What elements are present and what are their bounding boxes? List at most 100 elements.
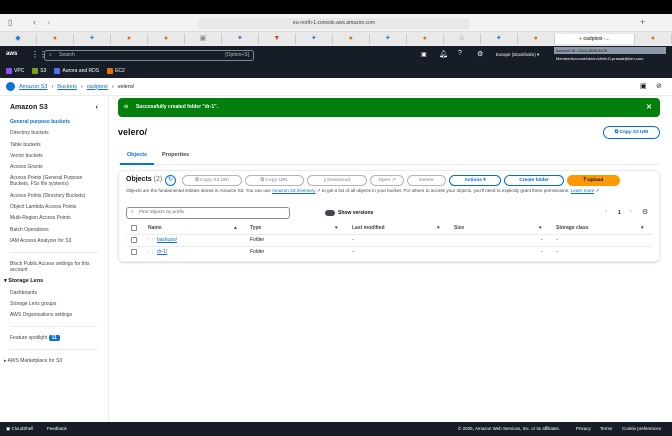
copy-s3-uri-objects-button[interactable]: ⧉ Copy S3 URI — [182, 175, 242, 186]
delete-button[interactable]: Delete — [407, 175, 446, 186]
tab-favicon[interactable]: ● — [407, 34, 444, 44]
tab-favicon[interactable]: ▼ — [259, 34, 296, 44]
tab-favicon[interactable]: ✦ — [222, 34, 259, 44]
nav-marketplace[interactable]: ▸ AWS Marketplace for S3 — [4, 358, 98, 364]
nav-iam-access-analyzer[interactable]: IAM Access Analyzer for S3 — [10, 238, 98, 244]
object-link[interactable]: dr-1/ — [157, 249, 167, 255]
col-last-modified[interactable]: Last modified — [352, 225, 385, 231]
nav-multi-region[interactable]: Multi-Region Access Points — [10, 215, 98, 221]
sort-asc-icon[interactable]: ▲ — [233, 225, 238, 231]
crumb-amazon-s3[interactable]: Amazon S3 — [19, 84, 47, 90]
show-versions-toggle[interactable]: Show versions — [325, 210, 373, 216]
tab-favicon[interactable]: ☆ — [444, 34, 481, 44]
help-icon[interactable]: ? — [458, 50, 462, 57]
favorite-ec2[interactable]: EC2 — [107, 68, 125, 74]
tab-properties[interactable]: Properties — [162, 150, 189, 160]
nav-batch-operations[interactable]: Batch Operations — [10, 227, 98, 233]
nav-access-points-gp[interactable]: Access Points (General Purpose Buckets, … — [10, 175, 98, 187]
cookie-preferences-link[interactable]: Cookie preferences — [622, 426, 661, 431]
learn-more-link[interactable]: Learn more — [571, 188, 595, 193]
region-selector[interactable]: Europe (Stockholm) ▾ — [496, 52, 539, 58]
crumb-buckets[interactable]: Buckets — [57, 84, 77, 90]
menu-icon[interactable] — [6, 82, 15, 91]
tab-favicon[interactable]: ▣ — [185, 34, 222, 44]
back-icon[interactable]: ‹ — [33, 17, 36, 27]
col-type[interactable]: Type — [250, 225, 261, 231]
aws-logo[interactable]: aws — [6, 51, 17, 57]
row-checkbox[interactable] — [131, 249, 137, 255]
col-name[interactable]: Name — [148, 225, 162, 231]
forward-icon[interactable]: › — [47, 17, 50, 27]
bell-icon[interactable]: 🔔︎ — [439, 50, 448, 58]
tab-favicon[interactable]: ● — [635, 34, 672, 44]
copy-s3-uri-button[interactable]: ⧉ Copy S3 URI — [603, 126, 660, 139]
storage-lens-section[interactable]: ▾ Storage Lens — [4, 278, 98, 284]
nav-storage-lens-groups[interactable]: Storage Lens groups — [10, 301, 98, 307]
refresh-button[interactable]: ↻ — [165, 175, 176, 186]
favorite-vpc[interactable]: VPC — [6, 68, 24, 74]
nav-table-buckets[interactable]: Table buckets — [10, 142, 98, 148]
tab-favicon[interactable]: ● — [333, 34, 370, 44]
tab-favicon[interactable]: ✦ — [481, 34, 518, 44]
tab-favicon[interactable]: ✦ — [370, 34, 407, 44]
sidebar-toggle-icon[interactable]: ▯ — [8, 18, 12, 27]
select-all-checkbox[interactable] — [131, 225, 137, 231]
tab-favicon[interactable]: ● — [518, 34, 555, 44]
tab-active[interactable]: ● oadptest -... — [554, 34, 635, 44]
upload-button[interactable]: ⤒ Upload — [567, 175, 620, 186]
prev-page-icon[interactable]: ‹ — [605, 209, 607, 215]
col-storage-class[interactable]: Storage class — [556, 225, 589, 231]
cloudshell-icon[interactable]: ▣ — [421, 51, 427, 58]
crumb-bucket[interactable]: oadptest — [87, 84, 108, 90]
settings-icon[interactable]: ⊘ — [656, 82, 662, 90]
favorite-rds[interactable]: Aurora and RDS — [54, 68, 99, 74]
open-button[interactable]: Open ↗ — [370, 175, 404, 186]
nav-feature-spotlight[interactable]: Feature spotlight 11 — [10, 335, 98, 342]
url-bar[interactable]: eu-north-1.console.aws.amazon.com — [198, 18, 470, 29]
info-panel-icon[interactable]: ▣ — [640, 82, 647, 90]
nav-org-settings[interactable]: AWS Organizations settings — [10, 312, 98, 318]
tab-objects[interactable]: Objects — [120, 150, 154, 165]
favorite-s3[interactable]: S3 — [32, 68, 46, 74]
tab-favicon[interactable]: ✦ — [74, 34, 111, 44]
nav-dashboards[interactable]: Dashboards — [10, 290, 98, 296]
privacy-link[interactable]: Privacy — [576, 426, 591, 431]
preferences-icon[interactable]: ⚙ — [642, 208, 648, 216]
nav-vector-buckets[interactable]: Vector buckets — [10, 153, 98, 159]
sort-icon[interactable]: ▾ — [437, 225, 440, 231]
tab-favicon[interactable]: ✦ — [296, 34, 333, 44]
sort-icon[interactable]: ▾ — [539, 225, 542, 231]
nav-block-public-access[interactable]: Block Public Access settings for this ac… — [10, 261, 98, 273]
tab-favicon[interactable]: ◆ — [0, 34, 37, 44]
nav-access-grants[interactable]: Access Grants — [10, 164, 98, 170]
sort-icon[interactable]: ▾ — [641, 225, 644, 231]
nav-general-purpose-buckets[interactable]: General purpose buckets — [10, 119, 98, 125]
search-input[interactable]: ⌕ Search [Option+S] — [44, 50, 254, 61]
col-size[interactable]: Size — [454, 225, 464, 231]
tab-favicon[interactable]: ● — [111, 34, 148, 44]
nav-object-lambda[interactable]: Object Lambda Access Points — [10, 204, 98, 210]
tab-favicon[interactable]: ● — [37, 34, 74, 44]
close-icon[interactable]: ✕ — [646, 98, 652, 117]
sort-icon[interactable]: ▾ — [335, 225, 338, 231]
download-button[interactable]: ⤓ Download — [307, 175, 367, 186]
nav-directory-buckets[interactable]: Directory buckets — [10, 130, 98, 136]
feedback-link[interactable]: Feedback — [47, 426, 67, 431]
copy-url-button[interactable]: ⧉ Copy URL — [245, 175, 304, 186]
account-id[interactable]: Account ID: 0104-3849-8476 — [554, 47, 666, 54]
object-link[interactable]: backups/ — [157, 237, 177, 243]
create-folder-button[interactable]: Create folder — [504, 175, 564, 186]
row-checkbox[interactable] — [131, 237, 137, 243]
find-objects-input[interactable]: ⌕ Find objects by prefix — [126, 207, 290, 219]
nav-access-points-dir[interactable]: Access Points (Directory Buckets) — [10, 193, 98, 199]
page-number[interactable]: 1 — [618, 210, 621, 216]
collapse-icon[interactable]: ‹ — [96, 104, 98, 111]
inventory-link[interactable]: Amazon S3 inventory — [272, 188, 316, 193]
gear-icon[interactable]: ⚙ — [477, 50, 483, 58]
terms-link[interactable]: Terms — [600, 426, 612, 431]
cloudshell-link[interactable]: ▣ CloudShell — [6, 426, 33, 432]
new-tab-icon[interactable]: + — [640, 17, 645, 27]
next-page-icon[interactable]: › — [630, 209, 632, 215]
actions-dropdown[interactable]: Actions ▾ — [449, 175, 501, 186]
tab-favicon[interactable]: ● — [148, 34, 185, 44]
